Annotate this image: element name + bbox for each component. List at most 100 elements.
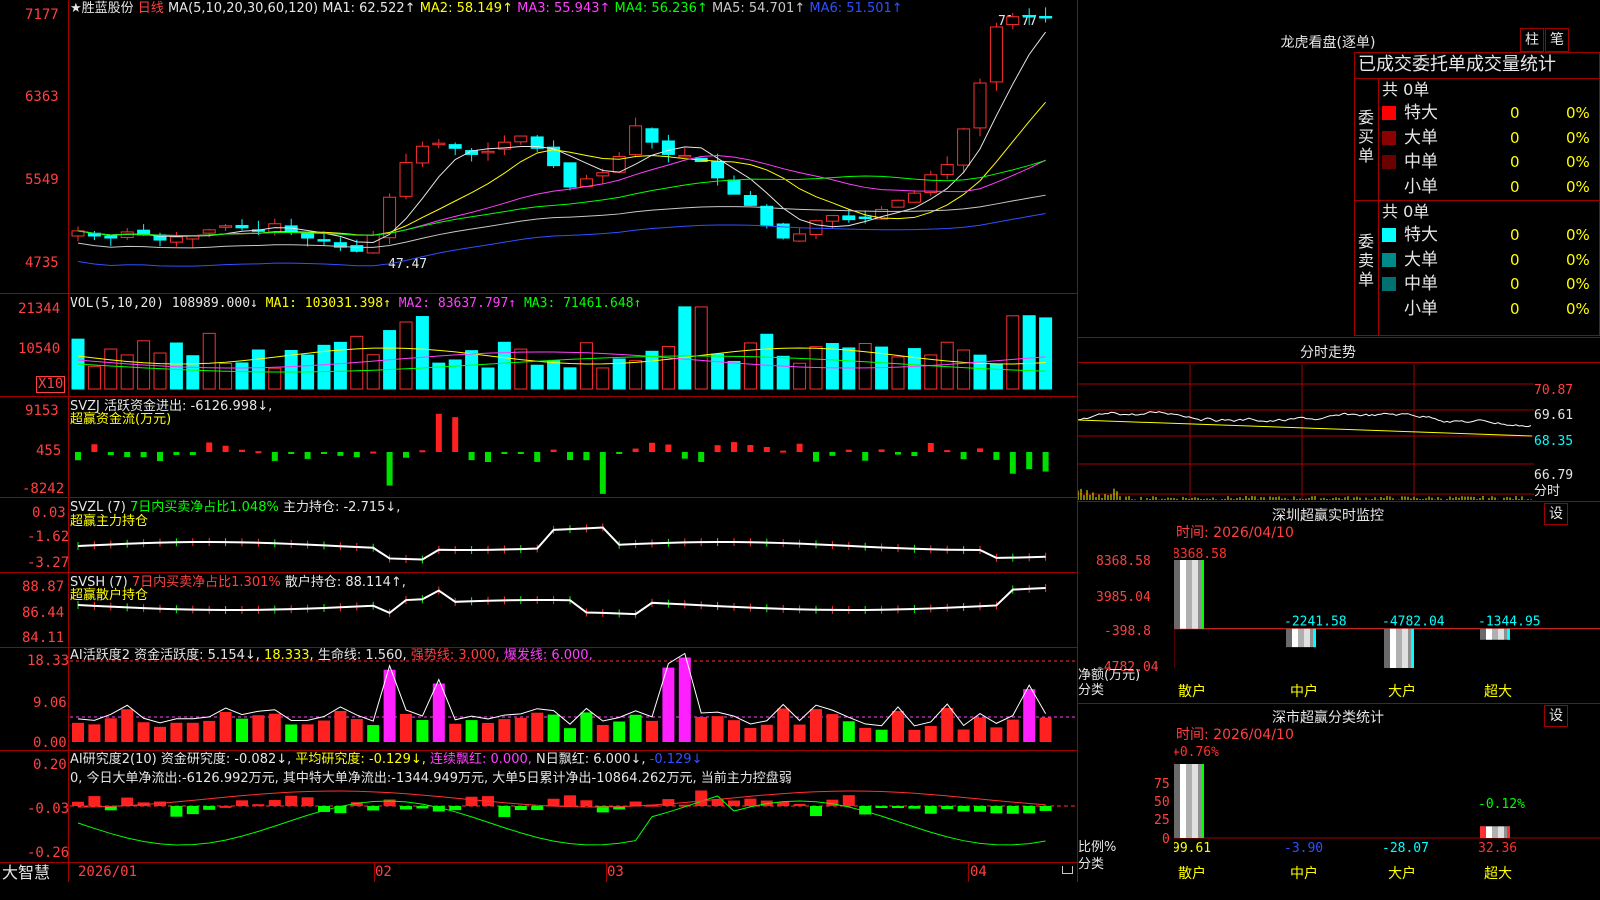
bar-edge xyxy=(1201,764,1204,838)
bar-edge xyxy=(1507,826,1510,838)
activity-bar xyxy=(203,720,216,742)
order-row: 中单 0 0% xyxy=(1382,273,1600,295)
category-label: 超大 xyxy=(1484,866,1512,882)
research-bar xyxy=(875,806,888,808)
category-label: 散户 xyxy=(1178,683,1206,700)
bar-mode-tab[interactable]: 柱 xyxy=(1520,28,1544,52)
volume-bar xyxy=(87,365,101,390)
candle-body xyxy=(1039,15,1053,19)
activity-bar xyxy=(810,709,822,742)
research-line xyxy=(77,795,1046,846)
y-tick: -3.27 xyxy=(27,555,70,571)
research-bar xyxy=(924,806,937,814)
research-bar xyxy=(252,804,265,807)
activity-bar xyxy=(400,713,412,742)
fund-flow-bar xyxy=(895,452,901,455)
classify-settings-button[interactable]: 设 xyxy=(1544,705,1568,727)
order-type: 大单 xyxy=(1404,249,1438,270)
y-tick: 10540 xyxy=(18,341,61,357)
bar-segment xyxy=(1498,628,1504,640)
bar-segment xyxy=(1180,560,1186,629)
research-bar xyxy=(465,796,478,806)
y-tick: -1.62 xyxy=(27,529,70,545)
activity-bar xyxy=(432,683,445,742)
buy-total: 共 0单 xyxy=(1382,80,1430,99)
activity-bar xyxy=(301,724,314,742)
moving-average-line xyxy=(77,213,1046,267)
order-row: 大单 0 0% xyxy=(1382,127,1600,149)
bar-segment xyxy=(1186,560,1192,629)
activity-bar xyxy=(514,717,527,742)
candle-body xyxy=(317,239,331,242)
fund-flow-bar xyxy=(977,448,983,452)
order-count: 0 xyxy=(1510,226,1520,244)
lock-icon[interactable] xyxy=(1062,866,1073,874)
research-bar xyxy=(203,806,216,810)
activity-bar xyxy=(465,720,478,742)
y-tick: 84.11 xyxy=(22,630,65,646)
research-bar xyxy=(367,806,380,811)
fund-flow-bar xyxy=(763,446,770,452)
candle-body xyxy=(891,199,905,208)
bar-value-label: 32.36 xyxy=(1478,841,1517,856)
date-tick: 04 xyxy=(970,864,987,880)
moving-average-line xyxy=(77,101,1046,237)
volume-bar xyxy=(678,306,692,390)
fund-flow-bar xyxy=(911,452,918,457)
fund-flow-bar xyxy=(550,449,557,452)
fund-flow-bar xyxy=(403,452,409,458)
volume-bar xyxy=(694,306,708,390)
activity-bar xyxy=(941,708,954,742)
monitor-time: 时间: 2026/04/10 xyxy=(1176,525,1294,541)
order-row: 小单 0 0% xyxy=(1382,176,1600,198)
candlestick-chart[interactable] xyxy=(70,0,1076,293)
monitor-title: 深圳超赢实时监控 xyxy=(1272,508,1384,524)
classify-time: 时间: 2026/04/10 xyxy=(1176,727,1294,743)
intraday-chart[interactable] xyxy=(1078,364,1534,500)
volume-bar xyxy=(776,355,790,390)
y-tick: 4735 xyxy=(25,255,59,271)
research-bar xyxy=(957,806,970,812)
fund-flow-bar xyxy=(288,452,295,454)
bar-segment xyxy=(1396,628,1402,668)
monitor-settings-button[interactable]: 设 xyxy=(1544,503,1568,525)
order-row: 特大 0 0% xyxy=(1382,102,1600,124)
fund-flow-bar xyxy=(698,452,705,462)
candle-body xyxy=(776,223,790,239)
order-type: 特大 xyxy=(1404,103,1438,123)
fund-flow-bar xyxy=(599,452,606,494)
monitor-unit: 净额(万元) xyxy=(1078,668,1141,683)
candle-body xyxy=(514,135,528,143)
bar-segment xyxy=(1298,628,1304,648)
order-percent: 0% xyxy=(1566,226,1590,244)
order-type: 小单 xyxy=(1404,176,1438,197)
divider xyxy=(0,862,1078,863)
volume-bar xyxy=(169,342,183,390)
brand-logo: 大智慧 xyxy=(2,863,51,882)
color-swatch xyxy=(1382,106,1396,120)
intraday-tick: 69.61 xyxy=(1534,408,1574,423)
bar-value-label: 8368.58 xyxy=(1174,547,1227,562)
candle-body xyxy=(973,82,987,129)
research-bar xyxy=(219,805,232,808)
fund-flow-bar xyxy=(222,445,229,452)
order-count: 0 xyxy=(1510,275,1520,293)
y-tick: 0.00 xyxy=(33,735,67,751)
candle-body xyxy=(235,224,249,229)
chart-area[interactable]: ★胜蓝股份 日线 MA(5,10,20,30,60,120) MA1: 62.5… xyxy=(0,0,1078,882)
tick-mode-tab[interactable]: 笔 xyxy=(1545,28,1569,52)
research-bar xyxy=(941,806,954,810)
activity-bar xyxy=(728,720,740,742)
vol-unit[interactable]: X10 xyxy=(36,376,66,393)
candle-body xyxy=(104,235,118,239)
y-tick: 86.44 xyxy=(22,605,65,621)
candle-body xyxy=(448,144,462,149)
main-holding-line xyxy=(77,526,1046,561)
fund-flow-bar xyxy=(452,417,459,452)
research-bar xyxy=(908,806,921,809)
activity-bar xyxy=(695,717,708,742)
fund-flow-bar xyxy=(960,452,967,460)
candle-body xyxy=(940,164,954,176)
research-bar xyxy=(416,806,429,809)
volume-bar xyxy=(366,354,380,390)
